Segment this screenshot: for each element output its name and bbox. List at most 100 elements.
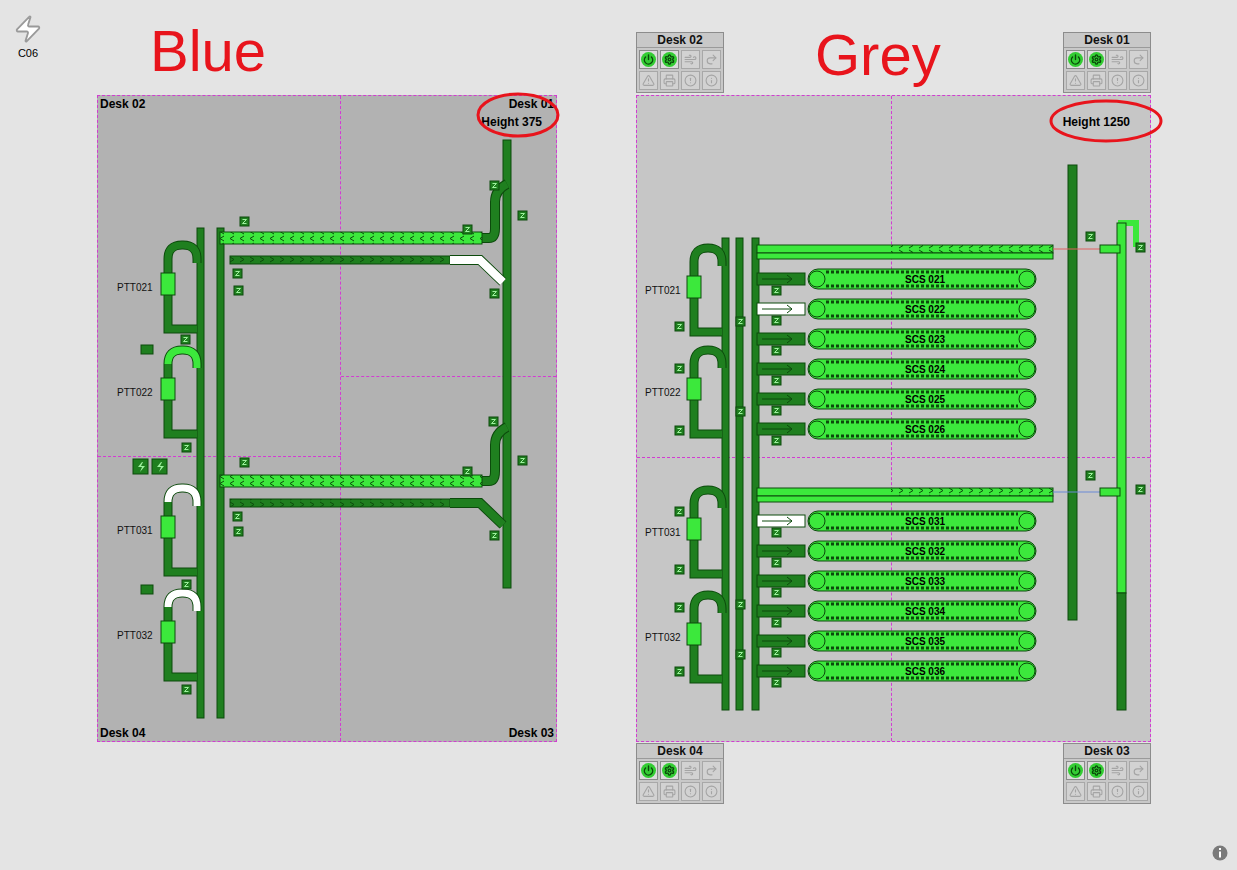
zone-marker-icon[interactable] bbox=[772, 436, 781, 445]
scs-sorter[interactable]: SCS 021 bbox=[757, 269, 1036, 295]
power-button[interactable] bbox=[639, 50, 658, 69]
zone-marker-icon[interactable] bbox=[772, 316, 781, 325]
zone-marker-icon[interactable] bbox=[234, 527, 243, 536]
zone-marker-icon[interactable] bbox=[772, 528, 781, 537]
scs-sorter[interactable]: SCS 033 bbox=[757, 571, 1036, 597]
scs-feeder[interactable] bbox=[757, 605, 805, 617]
zone-marker-icon[interactable] bbox=[1136, 243, 1145, 252]
zone-marker-icon[interactable] bbox=[233, 269, 242, 278]
ptt-unit[interactable] bbox=[161, 621, 175, 643]
zone-marker-icon[interactable] bbox=[772, 588, 781, 597]
zone-marker-icon[interactable] bbox=[463, 467, 472, 476]
zone-marker-icon[interactable] bbox=[675, 507, 684, 516]
ptt-loop[interactable] bbox=[687, 248, 722, 332]
settings-button[interactable] bbox=[660, 761, 679, 780]
spine[interactable] bbox=[736, 238, 743, 710]
scs-sorter[interactable]: SCS 022 bbox=[757, 299, 1036, 325]
scs-sorter[interactable]: SCS 035 bbox=[757, 631, 1036, 657]
zone-marker-icon[interactable] bbox=[240, 458, 249, 467]
reader-button[interactable] bbox=[660, 782, 679, 801]
main-line[interactable] bbox=[1068, 165, 1077, 620]
ptt-unit[interactable] bbox=[161, 378, 175, 400]
scs-feeder[interactable] bbox=[757, 333, 805, 345]
ptt-loop[interactable] bbox=[687, 490, 722, 574]
zone-marker-icon[interactable] bbox=[489, 417, 498, 426]
scs-sorter[interactable]: SCS 023 bbox=[757, 329, 1036, 355]
redo-button[interactable] bbox=[1129, 761, 1148, 780]
zone-marker-icon[interactable] bbox=[772, 678, 781, 687]
infeed-conveyor[interactable] bbox=[757, 245, 1120, 259]
settings-button[interactable] bbox=[1087, 761, 1106, 780]
zone-marker-icon[interactable] bbox=[772, 648, 781, 657]
zone-marker-icon[interactable] bbox=[234, 286, 243, 295]
scs-feeder[interactable] bbox=[757, 393, 805, 405]
ptt-unit[interactable] bbox=[687, 276, 701, 298]
reader-button[interactable] bbox=[660, 71, 679, 90]
ptt-loop[interactable] bbox=[687, 595, 722, 679]
ptt-loop[interactable] bbox=[161, 245, 197, 329]
ptt-loop[interactable] bbox=[161, 488, 197, 572]
return-line[interactable] bbox=[1117, 223, 1136, 710]
zone-marker-icon[interactable] bbox=[772, 618, 781, 627]
ptt-unit[interactable] bbox=[687, 518, 701, 540]
power-button[interactable] bbox=[1066, 761, 1085, 780]
alarm-button[interactable] bbox=[681, 782, 700, 801]
zone-marker-icon[interactable] bbox=[181, 335, 190, 344]
scs-sorter[interactable]: SCS 031 bbox=[757, 511, 1036, 537]
sweep-button[interactable] bbox=[681, 761, 700, 780]
zone-marker-icon[interactable] bbox=[182, 685, 191, 694]
warning-button[interactable] bbox=[1066, 71, 1085, 90]
zone-marker-icon[interactable] bbox=[675, 364, 684, 373]
power-button[interactable] bbox=[1066, 50, 1085, 69]
scs-sorter[interactable]: SCS 032 bbox=[757, 541, 1036, 567]
power-fault-icon[interactable] bbox=[152, 459, 167, 474]
zone-marker-icon[interactable] bbox=[675, 667, 684, 676]
scs-feeder[interactable] bbox=[757, 273, 805, 285]
zone-marker-icon[interactable] bbox=[772, 406, 781, 415]
reader-button[interactable] bbox=[1087, 782, 1106, 801]
scs-feeder[interactable] bbox=[757, 423, 805, 435]
ptt-unit[interactable] bbox=[161, 516, 175, 538]
zone-marker-icon[interactable] bbox=[518, 211, 527, 220]
reader-button[interactable] bbox=[1087, 71, 1106, 90]
info-button[interactable] bbox=[702, 71, 721, 90]
ptt-unit[interactable] bbox=[687, 378, 701, 400]
warning-button[interactable] bbox=[1066, 782, 1085, 801]
zone-marker-icon[interactable] bbox=[490, 181, 499, 190]
alarm-button[interactable] bbox=[681, 71, 700, 90]
zone-marker-icon[interactable] bbox=[736, 600, 745, 609]
zone-marker-icon[interactable] bbox=[518, 456, 527, 465]
zone-marker-icon[interactable] bbox=[463, 225, 472, 234]
ptt-loop[interactable] bbox=[161, 593, 197, 677]
redo-button[interactable] bbox=[1129, 50, 1148, 69]
zone-marker-icon[interactable] bbox=[736, 650, 745, 659]
info-button[interactable] bbox=[702, 782, 721, 801]
alarm-button[interactable] bbox=[1108, 782, 1127, 801]
scs-feeder[interactable] bbox=[757, 545, 805, 557]
scs-feeder[interactable] bbox=[757, 635, 805, 647]
scs-feeder[interactable] bbox=[757, 665, 805, 677]
zone-marker-icon[interactable] bbox=[1086, 471, 1095, 480]
scs-feeder[interactable] bbox=[757, 363, 805, 375]
zone-marker-icon[interactable] bbox=[772, 376, 781, 385]
zone-marker-icon[interactable] bbox=[736, 407, 745, 416]
zone-marker-icon[interactable] bbox=[772, 558, 781, 567]
station-badge[interactable]: C06 bbox=[10, 14, 46, 60]
zone-marker-icon[interactable] bbox=[675, 603, 684, 612]
zone-marker-icon[interactable] bbox=[182, 443, 191, 452]
zone-marker-icon[interactable] bbox=[675, 565, 684, 574]
spine[interactable] bbox=[197, 228, 204, 718]
alarm-button[interactable] bbox=[1108, 71, 1127, 90]
warning-button[interactable] bbox=[639, 782, 658, 801]
redo-button[interactable] bbox=[702, 50, 721, 69]
power-fault-icon[interactable] bbox=[133, 459, 148, 474]
power-button[interactable] bbox=[639, 761, 658, 780]
zone-marker-icon[interactable] bbox=[675, 322, 684, 331]
scs-sorter[interactable]: SCS 026 bbox=[757, 419, 1036, 445]
ptt-loop[interactable] bbox=[687, 350, 722, 434]
ptt-unit[interactable] bbox=[161, 273, 175, 295]
spine[interactable] bbox=[722, 238, 729, 710]
sweep-button[interactable] bbox=[1108, 761, 1127, 780]
zone-marker-icon[interactable] bbox=[182, 580, 191, 589]
warning-button[interactable] bbox=[639, 71, 658, 90]
